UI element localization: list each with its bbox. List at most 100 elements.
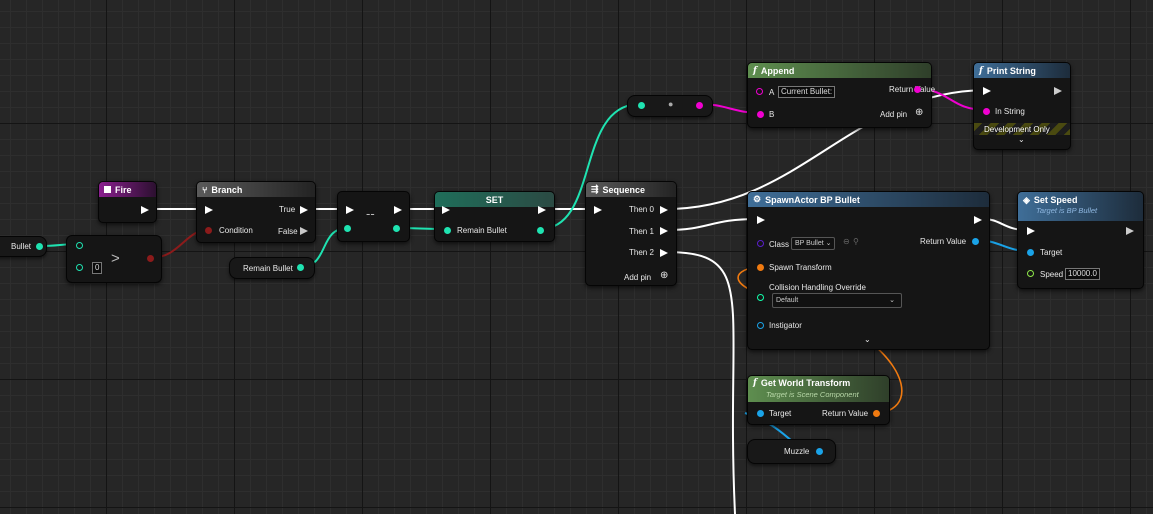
muzzle-variable-node[interactable]: Muzzle: [747, 439, 836, 464]
spawn-class-label: Class: [769, 240, 790, 249]
append-node[interactable]: f Append A Current Bullet: B Return Valu…: [747, 62, 935, 128]
remain-bullet-getter-pin[interactable]: [297, 264, 304, 271]
spawn-collision-dropdown[interactable]: Default ⌄: [772, 293, 902, 308]
set-remain-bullet-node[interactable]: SET Remain Bullet: [434, 191, 555, 242]
function-icon: f: [979, 65, 983, 76]
spawn-exec-out-pin[interactable]: [974, 216, 982, 224]
append-a-field[interactable]: Current Bullet:: [778, 86, 836, 98]
set-value-in-pin[interactable]: [444, 227, 451, 234]
set-header: SET: [435, 192, 554, 207]
sequence-node[interactable]: ⇶ Sequence Then 0 Then 1 Then 2 Add pin …: [585, 181, 677, 286]
chevron-down-icon[interactable]: ⌄: [864, 335, 871, 344]
remain-bullet-getter-node[interactable]: Remain Bullet: [229, 257, 315, 279]
fire-header: Fire: [99, 182, 156, 197]
spawn-return-pin[interactable]: [972, 238, 979, 245]
branch-condition-pin[interactable]: [205, 227, 212, 234]
get-world-transform-header: f Get World Transform Target is Scene Co…: [748, 376, 889, 402]
print-string-in-string-pin[interactable]: [983, 108, 990, 115]
set-speed-speed-field[interactable]: 10000.0: [1065, 268, 1100, 280]
fire-exec-out-pin[interactable]: [141, 206, 149, 214]
set-value-label: Remain Bullet: [457, 226, 507, 235]
set-title: SET: [485, 194, 504, 205]
spawn-actor-icon: ⚙: [753, 194, 762, 204]
greater-output-pin[interactable]: [147, 255, 154, 262]
sequence-add-pin-label[interactable]: Add pin: [624, 273, 651, 282]
spawn-transform-pin[interactable]: [757, 264, 764, 271]
get-world-transform-node[interactable]: f Get World Transform Target is Scene Co…: [747, 375, 890, 425]
set-speed-exec-out-pin[interactable]: [1126, 227, 1134, 235]
conversion-out-pin[interactable]: [696, 102, 703, 109]
spawn-collision-pin[interactable]: [757, 294, 764, 301]
branch-true-pin[interactable]: [300, 206, 308, 214]
bullet-variable-node[interactable]: Bullet: [0, 236, 47, 257]
spawn-instigator-pin[interactable]: [757, 322, 764, 329]
branch-node[interactable]: ⑂ Branch True Condition False: [196, 181, 316, 243]
sequence-then2-label: Then 2: [629, 248, 654, 257]
print-string-exec-out-pin[interactable]: [1054, 87, 1062, 95]
set-exec-out-pin[interactable]: [538, 206, 546, 214]
decrement-node[interactable]: --: [337, 191, 410, 242]
sequence-then2-pin[interactable]: [660, 249, 668, 257]
greater-input-b-pin[interactable]: [76, 264, 83, 271]
branch-false-pin[interactable]: [300, 227, 308, 235]
set-speed-speed-pin[interactable]: [1027, 270, 1034, 277]
event-icon: [104, 186, 111, 193]
decrement-exec-out-pin[interactable]: [394, 206, 402, 214]
append-add-pin-label[interactable]: Add pin: [880, 110, 907, 119]
sequence-then0-pin[interactable]: [660, 206, 668, 214]
chevron-down-icon[interactable]: ⌄: [1018, 135, 1025, 144]
spawn-actor-header: ⚙ SpawnActor BP Bullet: [748, 192, 989, 207]
spawn-actor-node[interactable]: ⚙ SpawnActor BP Bullet Class BP Bullet ⌄…: [747, 191, 990, 350]
decrement-exec-in-pin[interactable]: [346, 206, 354, 214]
conversion-in-pin[interactable]: [638, 102, 645, 109]
branch-header: ⑂ Branch: [197, 182, 315, 197]
greater-input-b-field[interactable]: 0: [92, 262, 103, 274]
print-string-exec-in-pin[interactable]: [983, 87, 991, 95]
add-pin-icon[interactable]: ⊕: [660, 270, 668, 281]
print-string-header: f Print String: [974, 63, 1070, 78]
gwt-return-pin[interactable]: [873, 410, 880, 417]
wire-seq1-spawn: [665, 218, 758, 231]
add-pin-icon[interactable]: ⊕: [915, 107, 923, 118]
set-speed-exec-in-pin[interactable]: [1027, 227, 1035, 235]
decrement-in-pin[interactable]: [344, 225, 351, 232]
append-b-pin[interactable]: [757, 111, 764, 118]
spawn-exec-in-pin[interactable]: [757, 216, 765, 224]
sequence-exec-in-pin[interactable]: [594, 206, 602, 214]
branch-title: Branch: [211, 184, 243, 195]
sequence-then1-pin[interactable]: [660, 227, 668, 235]
bullet-variable-label: Bullet: [11, 242, 32, 251]
int-to-string-conversion-node[interactable]: ●: [627, 95, 713, 117]
set-exec-in-pin[interactable]: [442, 206, 450, 214]
decrement-out-pin[interactable]: [393, 225, 400, 232]
spawn-collision-label: Collision Handling Override: [769, 283, 866, 292]
branch-exec-in-pin[interactable]: [205, 206, 213, 214]
greater-than-node[interactable]: 0 >: [66, 235, 162, 283]
branch-condition-label: Condition: [219, 226, 253, 235]
print-string-node[interactable]: f Print String In String Development Onl…: [973, 62, 1071, 150]
set-speed-speed-label: Speed: [1040, 270, 1064, 279]
append-header: f Append: [748, 63, 931, 78]
fire-event-node[interactable]: Fire: [98, 181, 157, 223]
set-speed-target-label: Target: [1040, 248, 1063, 257]
greater-operator: >: [111, 250, 120, 267]
bullet-output-pin[interactable]: [36, 243, 43, 250]
append-a-label: A: [769, 88, 775, 97]
spawn-class-dropdown[interactable]: BP Bullet ⌄: [791, 237, 836, 250]
spawn-class-pin[interactable]: [757, 240, 764, 247]
greater-input-a-pin[interactable]: [76, 242, 83, 249]
set-speed-header: ◈ Set Speed Target is BP Bullet: [1018, 192, 1143, 221]
muzzle-output-pin[interactable]: [816, 448, 823, 455]
set-speed-target-pin[interactable]: [1027, 249, 1034, 256]
set-speed-icon: ◈: [1023, 195, 1030, 205]
set-speed-node[interactable]: ◈ Set Speed Target is BP Bullet Target S…: [1017, 191, 1144, 289]
set-value-out-pin[interactable]: [537, 227, 544, 234]
browse-search-icon[interactable]: ⚲: [853, 237, 859, 246]
append-return-pin[interactable]: [914, 86, 921, 93]
sequence-then0-label: Then 0: [629, 205, 654, 214]
spawn-transform-label: Spawn Transform: [769, 263, 832, 272]
reset-arrow-icon[interactable]: ⊖: [843, 237, 850, 246]
append-a-pin[interactable]: [756, 88, 763, 95]
branch-false-label: False: [278, 227, 298, 236]
gwt-target-pin[interactable]: [757, 410, 764, 417]
